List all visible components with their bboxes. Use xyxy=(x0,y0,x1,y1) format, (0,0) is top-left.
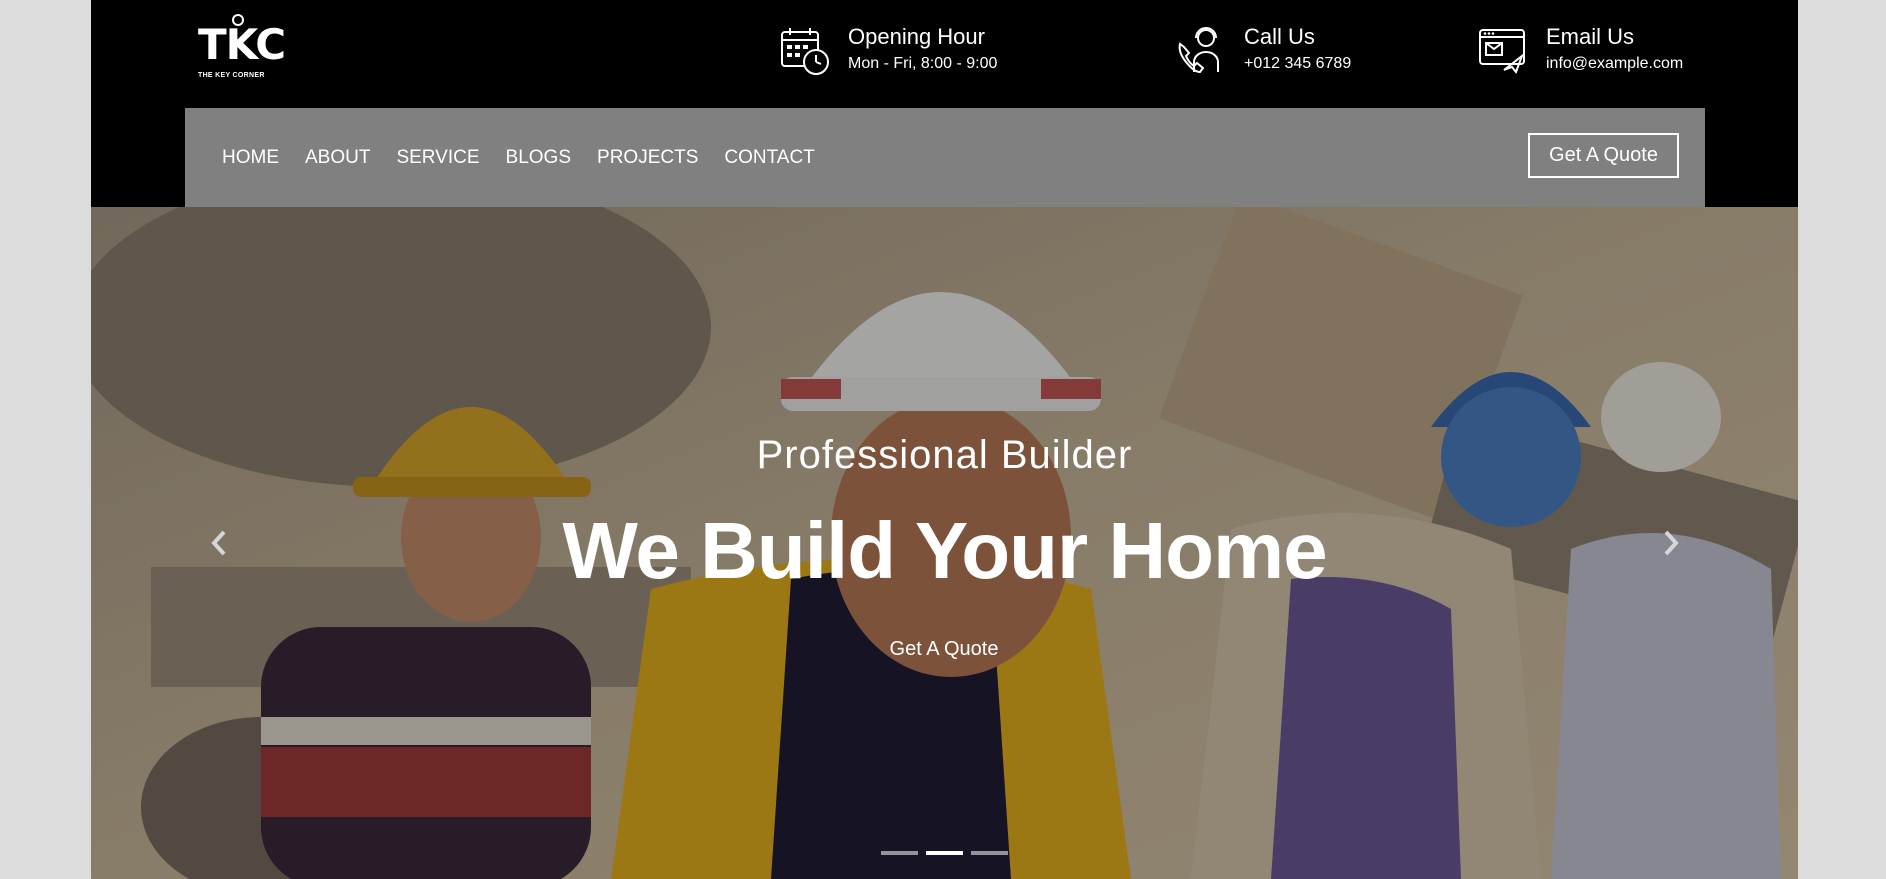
hero-get-quote-link[interactable]: Get A Quote xyxy=(854,631,1034,667)
email-us-value[interactable]: info@example.com xyxy=(1546,55,1683,73)
carousel-indicator-2[interactable] xyxy=(926,851,963,855)
top-header: TKC THE KEY CORNER Opening Hour Mon - Fr… xyxy=(91,0,1798,108)
page: TKC THE KEY CORNER Opening Hour Mon - Fr… xyxy=(91,0,1798,879)
calendar-clock-icon xyxy=(781,28,829,75)
call-us-value[interactable]: +012 345 6789 xyxy=(1244,55,1351,73)
support-agent-icon xyxy=(1178,27,1219,74)
hero-carousel: Professional Builder We Build Your Home … xyxy=(91,207,1798,879)
logo-subtext: THE KEY CORNER xyxy=(198,72,265,79)
nav-home[interactable]: HOME xyxy=(222,147,279,169)
hero-title: We Build Your Home xyxy=(562,506,1327,595)
carousel-indicator-1[interactable] xyxy=(881,851,918,855)
call-us-title: Call Us xyxy=(1244,24,1315,49)
nav-service[interactable]: SERVICE xyxy=(396,147,479,169)
nav-contact[interactable]: CONTACT xyxy=(724,147,814,169)
call-us-info: Call Us +012 345 6789 xyxy=(1176,24,1376,80)
logo-text: TKC xyxy=(198,20,286,69)
email-us-title: Email Us xyxy=(1546,24,1635,49)
email-us-info: Email Us info@example.com xyxy=(1478,24,1728,80)
email-window-icon xyxy=(1479,29,1525,74)
hero-subtitle: Professional Builder xyxy=(756,433,1133,477)
opening-hours-info: Opening Hour Mon - Fri, 8:00 - 9:00 xyxy=(780,24,1040,80)
nav-links: HOME ABOUT SERVICE BLOGS PROJECTS CONTAC… xyxy=(222,108,815,207)
nav-about[interactable]: ABOUT xyxy=(305,147,370,169)
carousel-indicator-3[interactable] xyxy=(971,851,1008,855)
nav-projects[interactable]: PROJECTS xyxy=(597,147,698,169)
brand-logo[interactable]: TKC THE KEY CORNER xyxy=(198,14,286,86)
get-quote-button[interactable]: Get A Quote xyxy=(1528,133,1679,178)
opening-hours-title: Opening Hour xyxy=(848,24,985,49)
nav-blogs[interactable]: BLOGS xyxy=(506,147,571,169)
carousel-indicators xyxy=(91,851,1798,855)
opening-hours-value: Mon - Fri, 8:00 - 9:00 xyxy=(848,55,998,72)
main-navbar: HOME ABOUT SERVICE BLOGS PROJECTS CONTAC… xyxy=(185,108,1705,207)
